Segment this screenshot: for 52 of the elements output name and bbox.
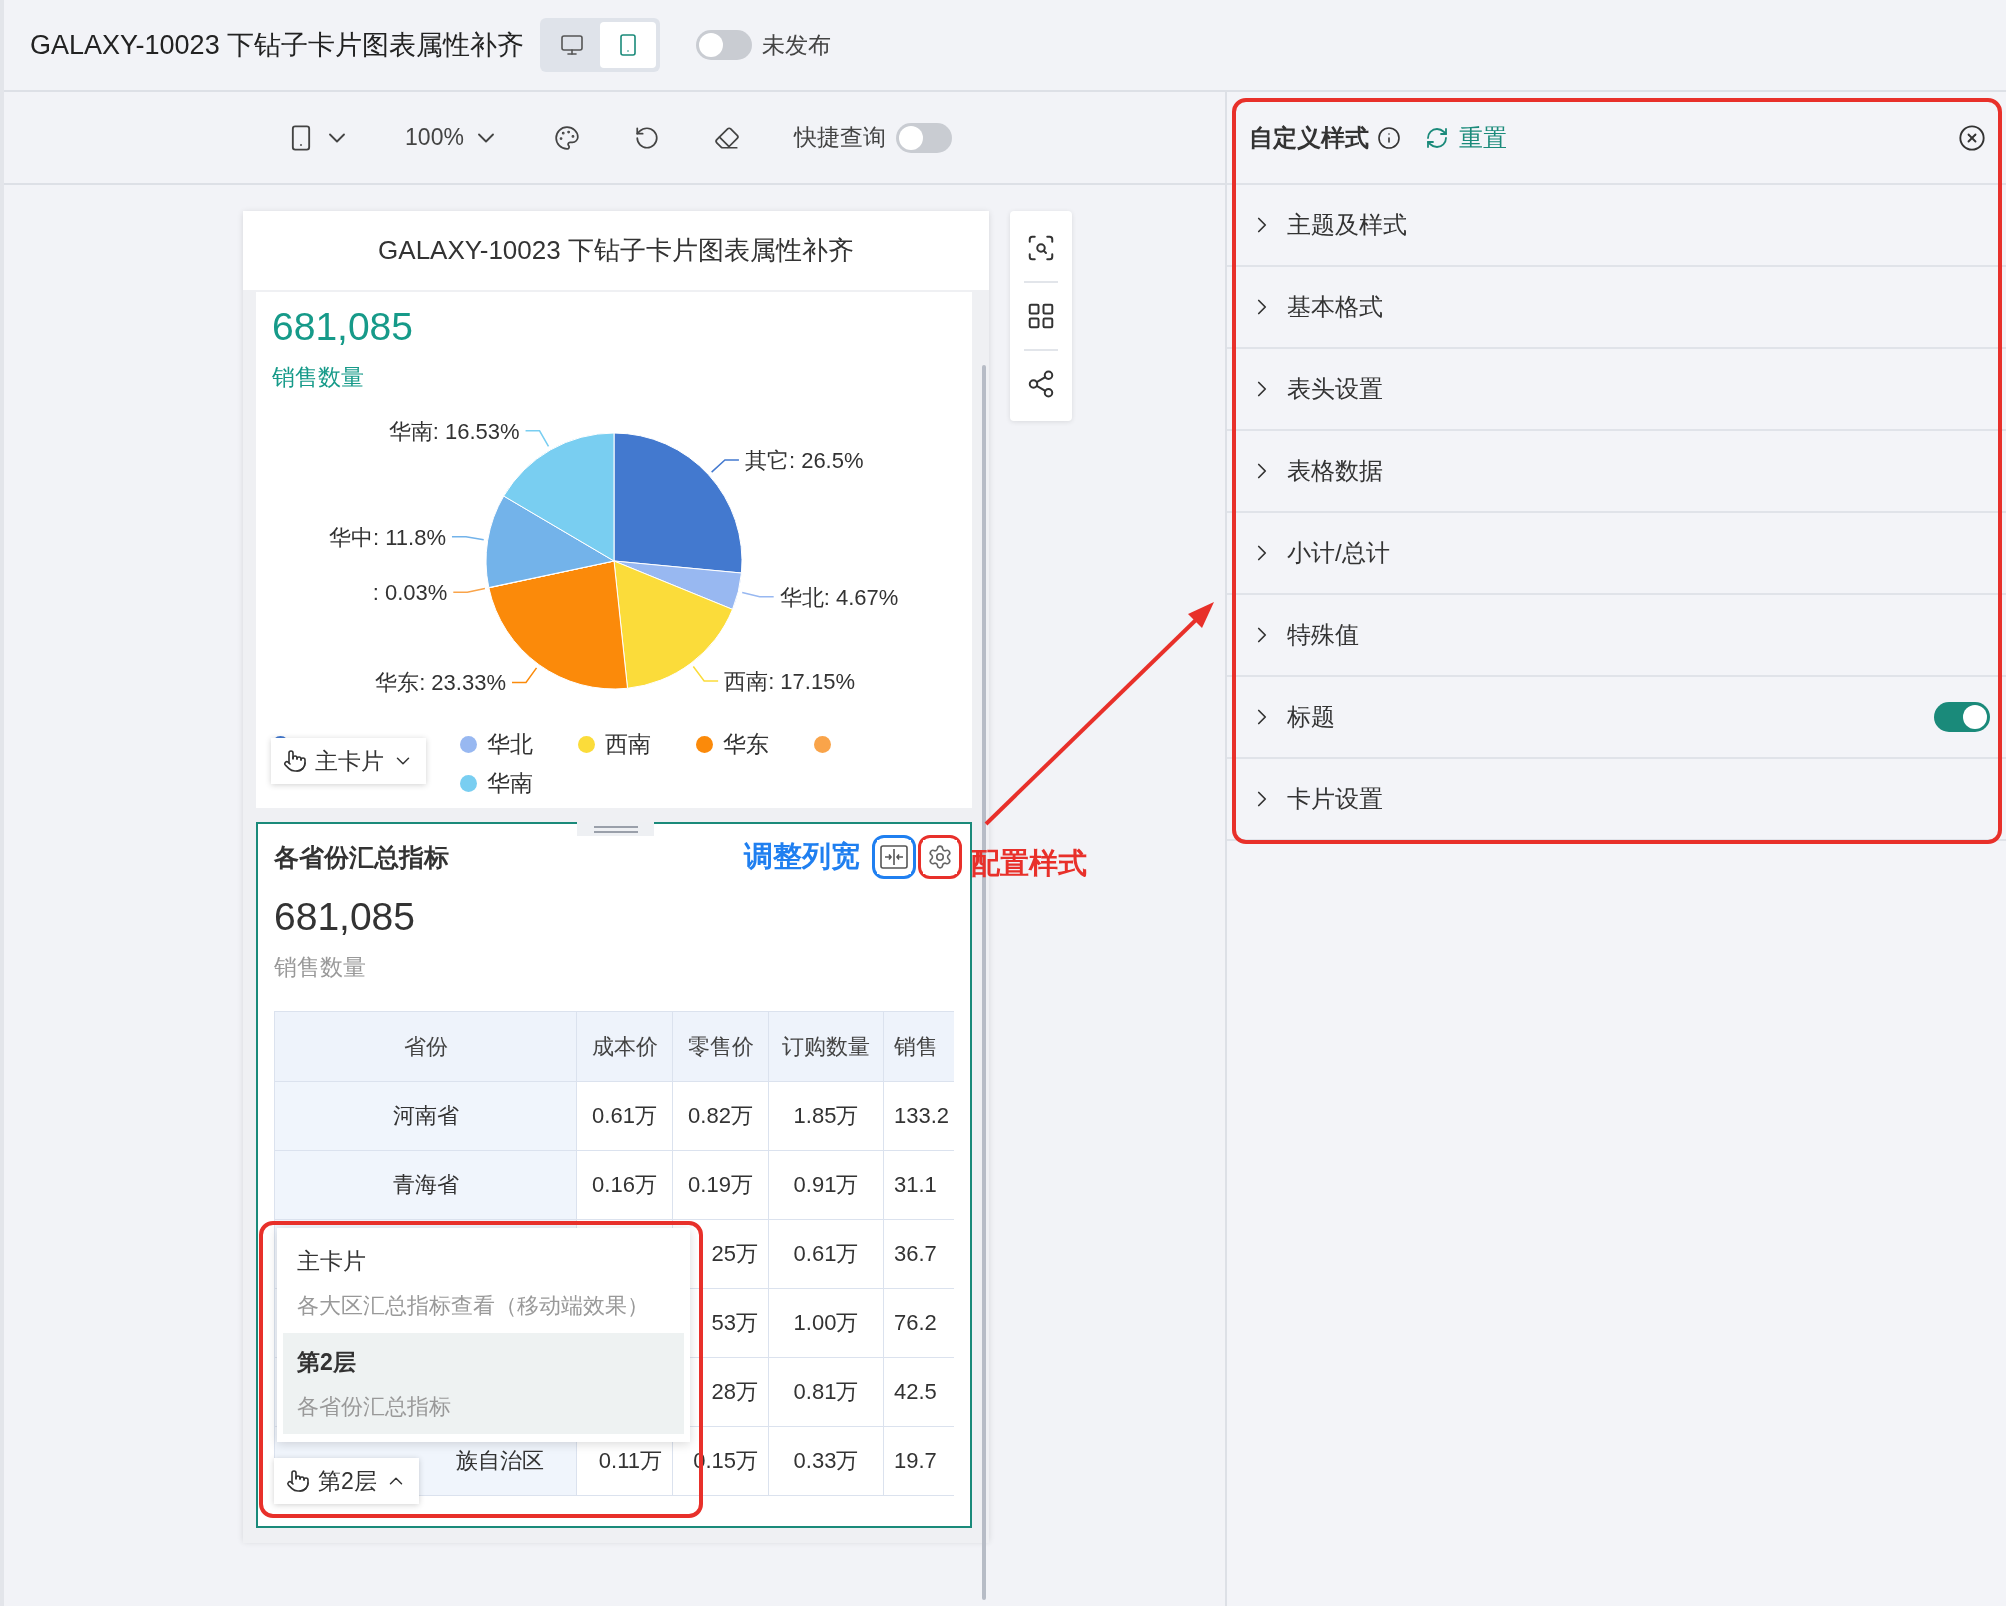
table-cell: 0.33万 [768, 1426, 884, 1496]
annotation-label: 调整列宽 [744, 839, 860, 874]
table-cell: 1.00万 [768, 1288, 884, 1358]
legend-label: 华南 [487, 769, 533, 798]
table-cell: 青海省 [274, 1150, 577, 1220]
legend-label: 华北 [487, 730, 533, 759]
data-label: 华东: 23.33% [375, 670, 506, 696]
section-label: 基本格式 [1287, 292, 1383, 322]
data-label: 华北: 4.67% [779, 584, 899, 610]
layer-name: 第2层 [297, 1348, 357, 1377]
table-cell: 76.2 [883, 1288, 954, 1358]
data-label: 华中: 11.8% [328, 524, 446, 550]
layer-name: 主卡片 [297, 1247, 367, 1276]
data-label: 其它: 26.5% [744, 448, 864, 474]
table-cell: 0.82万 [672, 1081, 769, 1151]
layer-description: 各省份汇总指标 [297, 1393, 452, 1421]
table-cell: 0.91万 [768, 1150, 884, 1220]
table-cell: 1.85万 [768, 1081, 884, 1151]
publish-status: 未发布 [762, 30, 832, 60]
section-label: 卡片设置 [1287, 784, 1383, 814]
table-cell: 42.5 [883, 1357, 954, 1427]
data-label: 华南: 16.53% [388, 418, 520, 444]
kpi-label: 销售数量 [273, 953, 367, 982]
kpi-value: 681,085 [271, 304, 414, 350]
section-label: 表格数据 [1287, 456, 1383, 486]
table-cell: 19.7 [883, 1426, 954, 1496]
section-label: 主题及样式 [1287, 210, 1407, 240]
legend-label: 西南 [605, 730, 651, 759]
kpi-value: 681,085 [273, 894, 416, 940]
section-label: 标题 [1287, 702, 1335, 732]
kpi-label: 销售数量 [271, 363, 365, 392]
table-cell: 0.81万 [768, 1357, 884, 1427]
section-label: 特殊值 [1287, 620, 1359, 650]
table-cell: 133.2 [883, 1081, 954, 1151]
table-cell: 0.61万 [768, 1219, 884, 1289]
section-label: 小计/总计 [1287, 538, 1390, 568]
page-title: GALAXY-10023 下钻子卡片图表属性补齐 [30, 29, 525, 62]
table-cell: 0.19万 [672, 1150, 769, 1220]
table-cell: 河南省 [274, 1081, 577, 1151]
data-label: 西南: 17.15% [724, 668, 855, 694]
dashboard-title: GALAXY-10023 下钻子卡片图表属性补齐 [377, 234, 855, 267]
layer-description: 各大区汇总指标查看（移动端效果） [297, 1292, 650, 1320]
table-cell: 31.1 [883, 1150, 954, 1220]
table-cell: 0.61万 [576, 1081, 673, 1151]
section-label: 表头设置 [1287, 374, 1383, 404]
table-cell: 36.7 [883, 1219, 954, 1289]
quick-query-label: 快捷查询 [793, 123, 886, 152]
panel-title: 自定义样式 [1249, 122, 1369, 153]
data-label: : 0.03% [372, 580, 448, 606]
table-cell: 0.16万 [576, 1150, 673, 1220]
card-title: 各省份汇总指标 [274, 841, 449, 873]
legend-label: 华东 [723, 730, 769, 759]
